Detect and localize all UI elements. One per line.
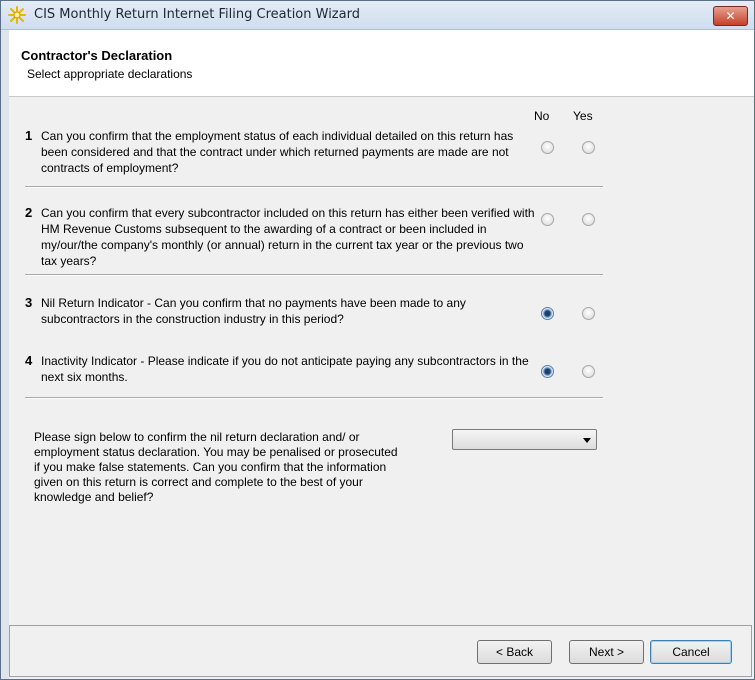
question-2-yes-radio[interactable] [582, 213, 595, 226]
page-subtitle: Select appropriate declarations [27, 67, 193, 81]
page-title: Contractor's Declaration [21, 48, 173, 63]
left-border [1, 30, 9, 679]
sparkle-icon [8, 6, 26, 24]
question-2-no-radio[interactable] [541, 213, 554, 226]
question-2: 2 Can you confirm that every subcontract… [25, 205, 605, 269]
question-3: 3 Nil Return Indicator - Can you confirm… [25, 295, 605, 329]
question-number: 3 [25, 295, 33, 310]
question-number: 2 [25, 205, 33, 220]
question-number: 1 [25, 128, 33, 143]
question-4-no-radio[interactable] [541, 365, 554, 378]
signature-declaration-text: Please sign below to confirm the nil ret… [34, 430, 398, 504]
question-text: Can you confirm that the employment stat… [41, 129, 514, 175]
declarations-panel: No Yes 1 Can you confirm that the employ… [9, 97, 754, 657]
next-button[interactable]: Next > [569, 640, 644, 664]
question-3-yes-radio[interactable] [582, 307, 595, 320]
column-header-yes: Yes [573, 109, 593, 123]
divider [25, 397, 603, 399]
question-4-yes-radio[interactable] [582, 365, 595, 378]
question-4: 4 Inactivity Indicator - Please indicate… [25, 353, 605, 387]
title-bar: CIS Monthly Return Internet Filing Creat… [1, 1, 754, 30]
question-3-no-radio[interactable] [541, 307, 554, 320]
signature-confirm-dropdown[interactable] [452, 429, 597, 450]
question-1: 1 Can you confirm that the employment st… [25, 128, 605, 178]
question-number: 4 [25, 353, 33, 368]
chevron-down-icon [583, 438, 591, 443]
divider [25, 186, 603, 188]
question-1-no-radio[interactable] [541, 141, 554, 154]
wizard-window: CIS Monthly Return Internet Filing Creat… [0, 0, 755, 680]
question-text: Can you confirm that every subcontractor… [41, 206, 535, 268]
question-text: Nil Return Indicator - Can you confirm t… [41, 296, 466, 326]
close-button[interactable]: ✕ [713, 6, 748, 26]
wizard-header: Contractor's Declaration Select appropri… [9, 30, 754, 97]
divider [25, 274, 603, 276]
back-button[interactable]: < Back [477, 640, 552, 664]
question-text: Inactivity Indicator - Please indicate i… [41, 354, 529, 384]
cancel-button[interactable]: Cancel [650, 640, 732, 664]
question-1-yes-radio[interactable] [582, 141, 595, 154]
window-title: CIS Monthly Return Internet Filing Creat… [34, 7, 360, 22]
column-header-no: No [534, 109, 550, 123]
